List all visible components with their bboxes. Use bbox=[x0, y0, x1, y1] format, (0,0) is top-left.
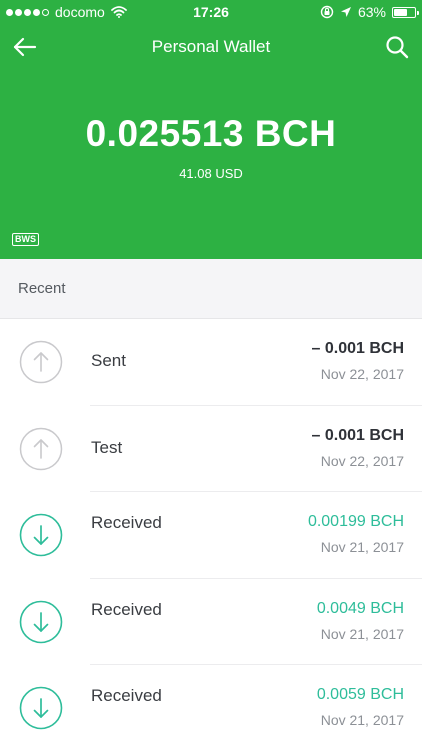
status-bar: docomo 17:26 63% bbox=[0, 0, 422, 24]
arrow-up-icon bbox=[19, 427, 63, 470]
battery-icon bbox=[392, 6, 419, 18]
transaction-row[interactable]: Received 0.0059 BCH Nov 21, 2017 bbox=[0, 665, 422, 750]
transaction-date: Nov 22, 2017 bbox=[320, 452, 404, 469]
wallet-header: docomo 17:26 63% Personal Wallet 0.02551… bbox=[0, 0, 422, 259]
transaction-label: Test bbox=[91, 437, 123, 457]
arrow-up-icon bbox=[19, 340, 63, 384]
transaction-label: Received bbox=[91, 599, 162, 619]
bws-badge: BWS bbox=[12, 233, 39, 246]
arrow-down-icon bbox=[19, 600, 63, 643]
transaction-label: Received bbox=[91, 686, 162, 705]
balance-alternative-currency: 41.08 USD bbox=[179, 166, 243, 181]
transaction-list: Sent – 0.001 BCH Nov 22, 2017 Test – 0.0… bbox=[0, 319, 422, 750]
arrow-down-icon bbox=[19, 686, 63, 730]
transaction-label: Received bbox=[91, 513, 162, 532]
rotation-lock-icon bbox=[320, 5, 334, 19]
nav-bar: Personal Wallet bbox=[0, 24, 422, 70]
transaction-row[interactable]: Sent – 0.001 BCH Nov 22, 2017 bbox=[0, 319, 422, 406]
transaction-date: Nov 21, 2017 bbox=[320, 712, 404, 728]
transaction-row[interactable]: Received 0.00199 BCH Nov 21, 2017 bbox=[0, 492, 422, 579]
balance-amount[interactable]: 0.025513 BCH bbox=[0, 113, 422, 155]
page-title: Personal Wallet bbox=[151, 37, 271, 56]
transaction-amount: – 0.001 BCH bbox=[311, 340, 405, 357]
location-arrow-icon bbox=[340, 7, 351, 17]
transaction-date: Nov 21, 2017 bbox=[320, 539, 404, 555]
transaction-amount: – 0.001 BCH bbox=[311, 426, 405, 444]
transaction-date: Nov 21, 2017 bbox=[320, 625, 404, 642]
battery-percent: 63% bbox=[357, 4, 386, 20]
transaction-amount: 0.0059 BCH bbox=[316, 686, 404, 703]
section-title: Recent bbox=[18, 280, 66, 297]
transaction-date: Nov 22, 2017 bbox=[320, 366, 404, 382]
transaction-label: Sent bbox=[91, 351, 126, 370]
status-right: 63% bbox=[320, 4, 419, 20]
transaction-row[interactable]: Received 0.0049 BCH Nov 21, 2017 bbox=[0, 579, 422, 665]
transaction-row[interactable]: Test – 0.001 BCH Nov 22, 2017 bbox=[0, 406, 422, 492]
battery-level-fill bbox=[394, 8, 407, 16]
transaction-amount: 0.00199 BCH bbox=[307, 513, 404, 530]
arrow-down-icon bbox=[19, 513, 63, 557]
section-header-recent: Recent bbox=[0, 259, 422, 319]
search-icon[interactable] bbox=[384, 34, 410, 60]
transaction-amount: 0.0049 BCH bbox=[316, 599, 404, 617]
